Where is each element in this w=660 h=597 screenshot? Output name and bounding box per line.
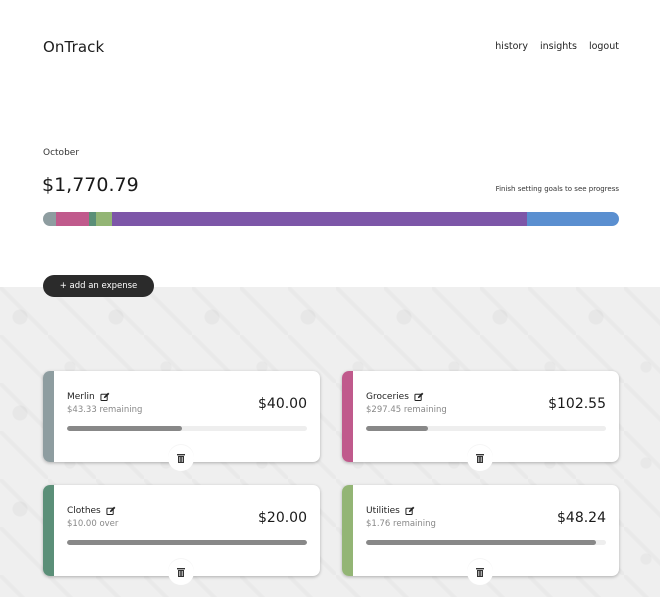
trash-icon [476, 453, 484, 463]
category-color-stripe [342, 371, 353, 462]
brand-logo[interactable]: OnTrack [43, 38, 104, 56]
nav-insights-link[interactable]: insights [540, 41, 577, 52]
nav-logout-link[interactable]: logout [589, 41, 619, 52]
category-status: $43.33 remaining [67, 405, 143, 415]
category-name-row: Utilities [366, 506, 415, 516]
category-progress-fill [366, 540, 597, 545]
category-card-clothes: Clothes $10.00 over $20.00 [43, 485, 320, 585]
category-status: $10.00 over [67, 519, 119, 529]
goal-hint: Finish setting goals to see progress [495, 185, 619, 193]
category-name-row: Merlin [67, 392, 110, 402]
delete-category-button[interactable] [467, 559, 493, 585]
category-card-groceries: Groceries $297.45 remaining $102.55 [342, 371, 619, 471]
edit-icon[interactable] [100, 392, 110, 402]
category-status: $297.45 remaining [366, 405, 447, 415]
edit-icon[interactable] [414, 392, 424, 402]
trash-icon [177, 453, 185, 463]
category-amount: $20.00 [258, 510, 307, 526]
category-name: Merlin [67, 392, 95, 402]
category-progress-track [67, 426, 307, 431]
category-color-stripe [342, 485, 353, 576]
category-progress-fill [67, 426, 183, 431]
category-name-row: Groceries [366, 392, 424, 402]
category-color-stripe [43, 371, 54, 462]
breakdown-segment [111, 212, 528, 226]
edit-icon[interactable] [405, 506, 415, 516]
category-amount: $102.55 [548, 396, 606, 412]
category-name: Clothes [67, 506, 101, 516]
category-name-row: Clothes [67, 506, 116, 516]
categories-area: Merlin $43.33 remaining $40.00 Groceries [0, 287, 660, 597]
spending-breakdown-bar [43, 212, 619, 226]
category-progress-fill [67, 540, 307, 545]
trash-icon [177, 567, 185, 577]
breakdown-segment [527, 212, 619, 226]
category-card-merlin: Merlin $43.33 remaining $40.00 [43, 371, 320, 471]
summary-section: OnTrack history insights logout October … [0, 0, 660, 287]
category-amount: $48.24 [557, 510, 606, 526]
breakdown-segment [95, 212, 112, 226]
monthly-total: $1,770.79 [42, 174, 139, 196]
category-progress-fill [366, 426, 429, 431]
edit-icon[interactable] [106, 506, 116, 516]
delete-category-button[interactable] [467, 445, 493, 471]
add-expense-button[interactable]: + add an expense [43, 275, 154, 297]
current-month: October [43, 148, 80, 158]
category-name: Groceries [366, 392, 409, 402]
category-card-utilities: Utilities $1.76 remaining $48.24 [342, 485, 619, 585]
breakdown-segment [43, 212, 57, 226]
category-name: Utilities [366, 506, 400, 516]
nav-history-link[interactable]: history [495, 41, 528, 52]
delete-category-button[interactable] [168, 445, 194, 471]
delete-category-button[interactable] [168, 559, 194, 585]
top-nav: history insights logout [495, 41, 619, 52]
category-amount: $40.00 [258, 396, 307, 412]
category-progress-track [366, 426, 606, 431]
category-progress-track [67, 540, 307, 545]
category-status: $1.76 remaining [366, 519, 436, 529]
trash-icon [476, 567, 484, 577]
category-progress-track [366, 540, 606, 545]
category-color-stripe [43, 485, 54, 576]
breakdown-segment [56, 212, 90, 226]
